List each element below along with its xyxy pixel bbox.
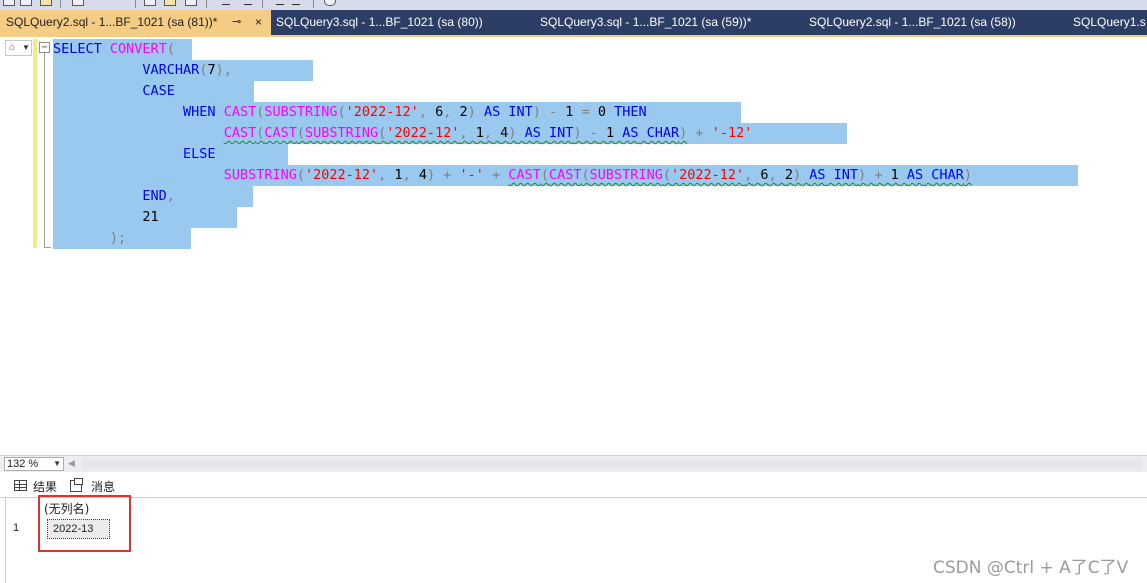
toolbar-button-icon[interactable] xyxy=(72,0,84,6)
grid-icon xyxy=(14,480,27,491)
toolbar-button-icon[interactable] xyxy=(222,4,230,5)
close-icon[interactable]: × xyxy=(255,10,262,35)
collapse-icon[interactable]: − xyxy=(39,42,50,53)
tab-messages[interactable]: 消息 xyxy=(91,478,115,496)
tab-sqlquery1[interactable]: SQLQuery1.s xyxy=(1073,10,1146,35)
toolbar-button-icon[interactable] xyxy=(292,4,300,5)
code-line[interactable]: CASE xyxy=(53,81,254,102)
tab-messages-label: 消息 xyxy=(91,480,116,494)
toolbar-separator xyxy=(313,0,314,8)
horizontal-scrollbar[interactable] xyxy=(82,459,1142,469)
toolbar-button-icon[interactable] xyxy=(20,0,32,6)
tab-label: SQLQuery2.sql - 1...BF_1021 (sa (81))* xyxy=(6,15,218,29)
code-line[interactable]: CAST(CAST(SUBSTRING('2022-12', 1, 4) AS … xyxy=(53,123,847,144)
watermark: CSDN @Ctrl + A了C了V xyxy=(933,558,1129,578)
scroll-left-icon[interactable]: ◀ xyxy=(68,458,75,469)
annotation-highlight-box xyxy=(38,495,131,552)
zoom-select[interactable]: 132 % ▼ xyxy=(4,457,64,471)
tab-label: SQLQuery1.s xyxy=(1073,15,1146,29)
toolbar-separator xyxy=(206,0,207,8)
code-line[interactable]: WHEN CAST(SUBSTRING('2022-12', 6, 2) AS … xyxy=(53,102,741,123)
toolbar-button-icon[interactable] xyxy=(144,0,156,6)
tab-sqlquery3-59[interactable]: SQLQuery3.sql - 1...BF_1021 (sa (59))* xyxy=(540,10,751,35)
toolbar-separator xyxy=(135,0,136,8)
tab-label: SQLQuery2.sql - 1...BF_1021 (sa (58)) xyxy=(809,15,1016,29)
tab-sqlquery2-58[interactable]: SQLQuery2.sql - 1...BF_1021 (sa (58)) xyxy=(809,10,1016,35)
toolbar-button-icon[interactable] xyxy=(185,0,197,6)
code-line[interactable]: END, xyxy=(53,186,253,207)
object-icon: ⌂ xyxy=(9,42,16,53)
zoom-value: 132 % xyxy=(7,458,39,470)
code-editor[interactable]: ⌂ ▼ − SELECT CONVERT( VARCHAR(7), CASE W… xyxy=(0,37,1147,455)
row-number[interactable]: 1 xyxy=(13,522,19,534)
message-icon xyxy=(70,478,83,492)
fold-guide xyxy=(44,53,45,247)
toolbar-button-icon[interactable] xyxy=(276,4,284,5)
toolbar-separator xyxy=(262,0,263,8)
fold-guide-end xyxy=(44,247,51,248)
chevron-down-icon: ▼ xyxy=(22,43,30,52)
chevron-down-icon: ▼ xyxy=(53,459,61,468)
toolbar-button-icon[interactable] xyxy=(164,0,176,6)
toolbar-separator xyxy=(60,0,61,8)
toolbar-button-icon[interactable] xyxy=(324,0,336,6)
grid-border xyxy=(5,498,6,583)
change-tracking-bar xyxy=(33,39,37,248)
tab-results[interactable]: 结果 xyxy=(33,478,57,496)
toolbar xyxy=(0,0,1147,10)
tab-sqlquery2-81[interactable]: SQLQuery2.sql - 1...BF_1021 (sa (81))* ⊸… xyxy=(0,10,271,35)
toolbar-button-icon[interactable] xyxy=(244,4,252,5)
tab-label: SQLQuery3.sql - 1...BF_1021 (sa (80)) xyxy=(276,15,483,29)
code-line[interactable]: SUBSTRING('2022-12', 1, 4) + '-' + CAST(… xyxy=(53,165,1078,186)
toolbar-button-icon[interactable] xyxy=(40,0,52,6)
results-tab-strip: 结果 消息 xyxy=(0,472,1147,498)
pin-icon[interactable]: ⊸ xyxy=(232,10,241,35)
tab-label: SQLQuery3.sql - 1...BF_1021 (sa (59))* xyxy=(540,15,752,29)
code-line[interactable]: 21 xyxy=(53,207,237,228)
code-line[interactable]: SELECT CONVERT( xyxy=(53,39,192,60)
code-line[interactable]: ELSE xyxy=(53,144,288,165)
tab-results-label: 结果 xyxy=(33,480,58,494)
object-navigation-dropdown[interactable]: ⌂ ▼ xyxy=(5,40,32,56)
code-line[interactable]: VARCHAR(7), xyxy=(53,60,313,81)
editor-status-bar: 132 % ▼ ◀ xyxy=(0,455,1147,472)
tab-sqlquery3-80[interactable]: SQLQuery3.sql - 1...BF_1021 (sa (80)) xyxy=(276,10,483,35)
document-tab-strip: SQLQuery2.sql - 1...BF_1021 (sa (81))* ⊸… xyxy=(0,10,1147,37)
code-line[interactable]: ); xyxy=(53,228,191,249)
toolbar-button-icon[interactable] xyxy=(3,0,15,6)
